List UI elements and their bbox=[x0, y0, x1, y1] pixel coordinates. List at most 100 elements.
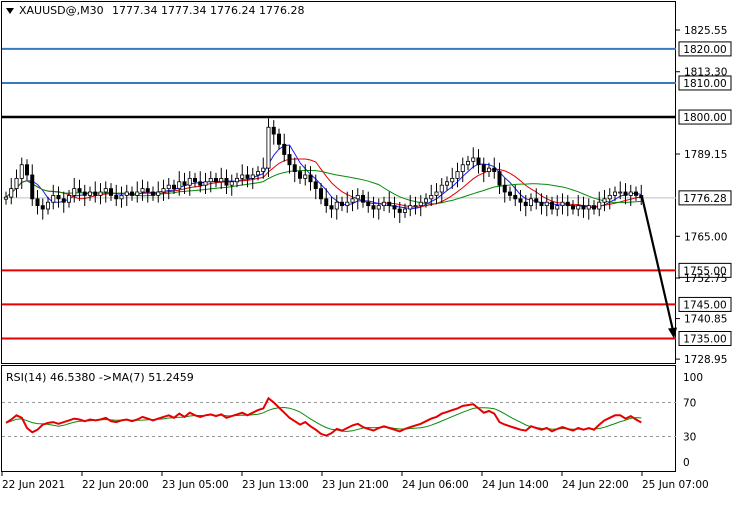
candle-up bbox=[261, 167, 266, 172]
ohlc-values: 1777.34 1777.34 1776.24 1776.28 bbox=[112, 4, 304, 17]
last-price-tag-text: 1776.28 bbox=[683, 193, 726, 205]
candle-up bbox=[14, 177, 19, 189]
candle-up bbox=[607, 195, 612, 200]
chart-canvas[interactable]: 1820.001810.001800.001755.001745.001735.… bbox=[0, 0, 741, 506]
candle-up bbox=[628, 191, 633, 196]
candle-down bbox=[534, 198, 539, 203]
candle-up bbox=[156, 191, 161, 196]
candle-down bbox=[224, 177, 229, 186]
candle-up bbox=[560, 201, 565, 207]
level-tag-text: 1800.00 bbox=[683, 112, 726, 124]
candle-down bbox=[145, 188, 150, 193]
price-tick-label: 1752.75 bbox=[684, 273, 727, 285]
candle-down bbox=[271, 126, 276, 135]
candle-down bbox=[282, 143, 287, 155]
candle-down bbox=[360, 195, 365, 203]
time-tick-label: 24 Jun 22:00 bbox=[562, 479, 629, 491]
candle-down bbox=[523, 201, 528, 207]
candle-down bbox=[639, 195, 644, 199]
candle-down bbox=[93, 191, 98, 196]
candle-up bbox=[67, 195, 72, 203]
rsi-tick-label: 100 bbox=[683, 372, 703, 384]
candle-down bbox=[623, 191, 628, 196]
candle-up bbox=[597, 201, 602, 210]
candle-up bbox=[255, 171, 260, 176]
candle-up bbox=[135, 191, 140, 196]
candle-up bbox=[266, 126, 271, 169]
candle-down bbox=[571, 205, 576, 210]
candle-down bbox=[245, 174, 250, 179]
price-tick-label: 1765.00 bbox=[684, 231, 727, 243]
candle-down bbox=[61, 198, 66, 203]
candle-down bbox=[492, 167, 497, 172]
time-axis: 22 Jun 2021 22 Jun 20:00 23 Jun 05:00 23 Ju… bbox=[1, 471, 709, 491]
candle-up bbox=[529, 198, 534, 207]
candle-down bbox=[513, 195, 518, 200]
candle-up bbox=[72, 188, 77, 196]
candle-up bbox=[229, 181, 234, 186]
candle-down bbox=[476, 157, 481, 166]
candle-up bbox=[203, 181, 208, 186]
candle-up bbox=[486, 167, 491, 172]
candle-up bbox=[350, 198, 355, 203]
candle-up bbox=[434, 191, 439, 196]
candle-down bbox=[507, 191, 512, 196]
candle-up bbox=[423, 198, 428, 203]
candle-down bbox=[313, 181, 318, 189]
candle-up bbox=[471, 157, 476, 162]
candle-down bbox=[497, 171, 502, 186]
candle-down bbox=[40, 205, 45, 210]
rsi-tick-label: 70 bbox=[683, 398, 696, 410]
candle-up bbox=[618, 191, 623, 194]
candle-down bbox=[150, 191, 155, 196]
candle-down bbox=[192, 177, 197, 183]
candle-up bbox=[413, 205, 418, 208]
price-tick-label: 1813.30 bbox=[684, 67, 727, 79]
candle-up bbox=[88, 191, 93, 196]
candle-down bbox=[329, 205, 334, 210]
symbol-label: XAUUSD@,M30 bbox=[19, 4, 104, 17]
price-axis: 1825.55 1813.30 1789.15 1765.00 1752.75 1740.… bbox=[676, 25, 732, 366]
candle-up bbox=[240, 174, 245, 179]
candle-down bbox=[581, 205, 586, 210]
time-tick-label: 24 Jun 14:00 bbox=[482, 479, 549, 491]
rsi-tick-label: 30 bbox=[683, 432, 696, 444]
candle-down bbox=[292, 164, 297, 172]
level-tag-text: 1745.00 bbox=[683, 299, 726, 311]
candle-up bbox=[444, 181, 449, 186]
candle-up bbox=[381, 201, 386, 207]
candle-down bbox=[371, 205, 376, 210]
candle-down bbox=[82, 191, 87, 196]
price-panel[interactable] bbox=[1, 1, 676, 364]
candle-up bbox=[586, 205, 591, 210]
candle-up bbox=[98, 191, 103, 196]
candle-up bbox=[166, 184, 171, 189]
level-tag-text: 1735.00 bbox=[683, 334, 726, 346]
candle-down bbox=[308, 174, 313, 183]
candle-up bbox=[303, 174, 308, 179]
candle-down bbox=[287, 154, 292, 166]
candle-up bbox=[334, 201, 339, 210]
candle-down bbox=[481, 164, 486, 172]
candle-up bbox=[602, 198, 607, 203]
candle-up bbox=[140, 188, 145, 193]
candle-up bbox=[408, 205, 413, 210]
candle-up bbox=[51, 195, 56, 203]
time-tick-label: 22 Jun 20:00 bbox=[82, 479, 149, 491]
candle-up bbox=[613, 191, 618, 196]
candle-up bbox=[46, 201, 51, 210]
time-tick-label: 25 Jun 07:00 bbox=[642, 479, 709, 491]
candle-down bbox=[339, 201, 344, 207]
candle-up bbox=[439, 184, 444, 193]
candle-up bbox=[429, 195, 434, 200]
candle-down bbox=[592, 205, 597, 210]
candle-up bbox=[455, 171, 460, 179]
price-tick-label: 1740.85 bbox=[684, 314, 727, 326]
candle-up bbox=[219, 177, 224, 183]
candle-down bbox=[366, 201, 371, 207]
candle-down bbox=[502, 184, 507, 193]
candle-up bbox=[124, 191, 129, 196]
candle-up bbox=[208, 177, 213, 183]
candle-down bbox=[198, 181, 203, 186]
rsi-axis: 100 70 30 0 bbox=[683, 372, 703, 469]
